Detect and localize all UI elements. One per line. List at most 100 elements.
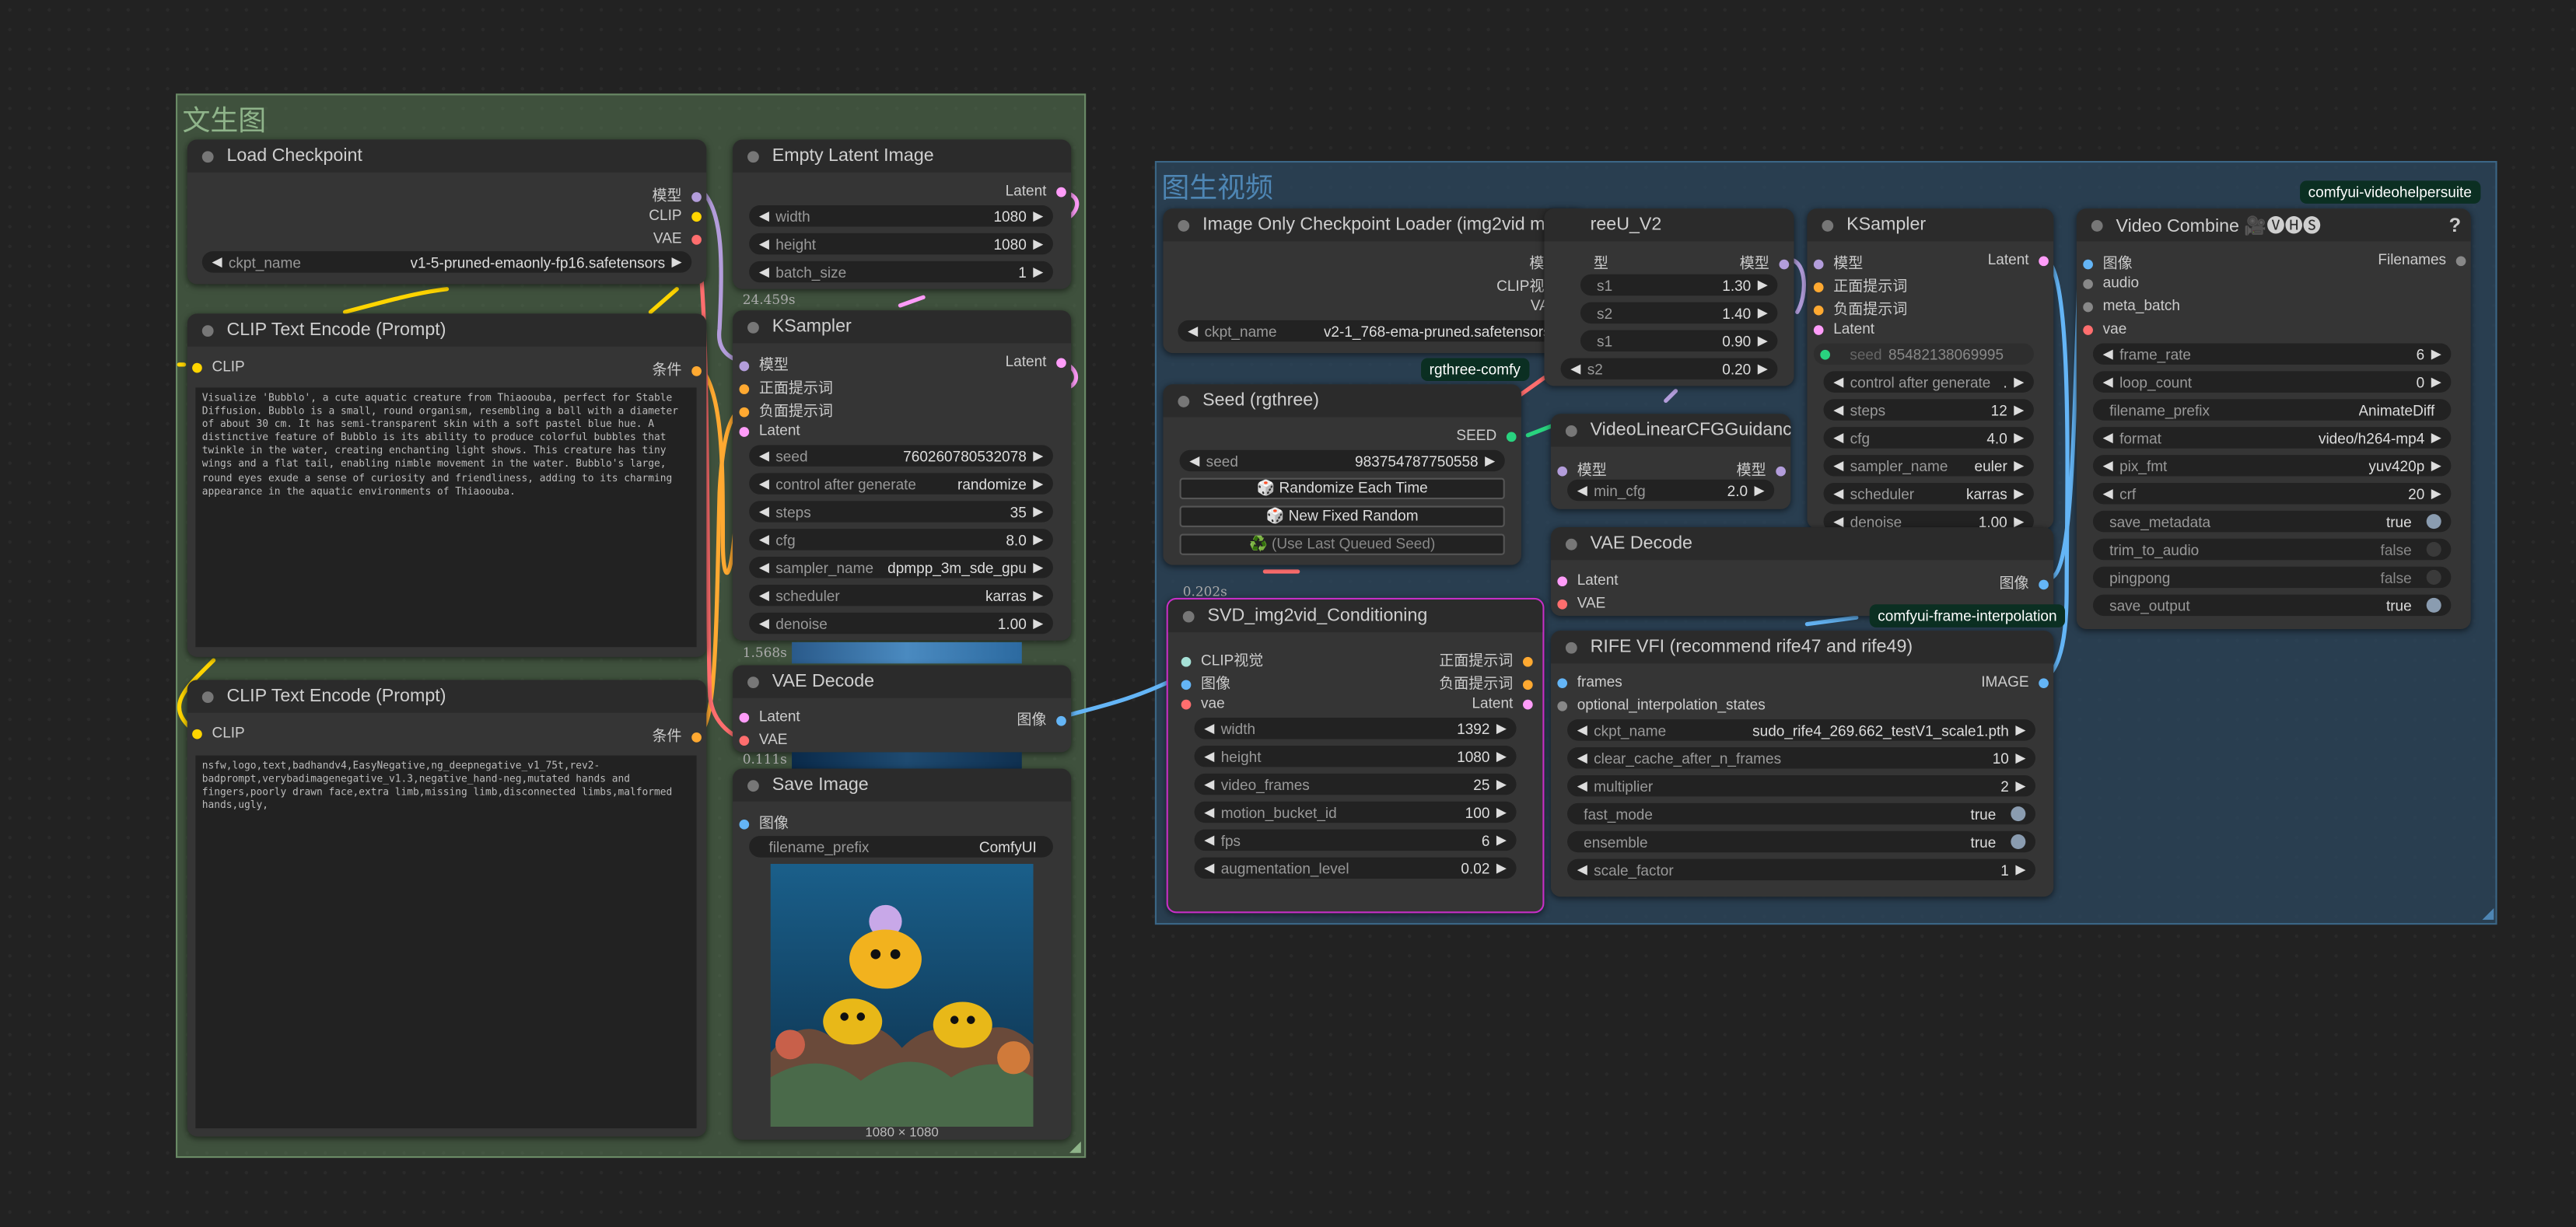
s2-widget[interactable]: ◀ s2 0.20 ▶ xyxy=(1560,358,1778,379)
node-vae-decode-2[interactable]: VAE Decode Latent VAE 图像 xyxy=(1550,527,2054,617)
arrow-left-icon[interactable]: ◀ xyxy=(1833,458,1843,473)
input-vae[interactable]: VAE xyxy=(1557,595,1605,611)
toggle-knob[interactable] xyxy=(2011,834,2026,850)
input-vae[interactable]: vae xyxy=(2083,320,2126,337)
seed-widget[interactable]: ◀ seed 983754787750558 ▶ xyxy=(1179,449,1505,472)
node-image-only-checkpoint-loader[interactable]: Image Only Checkpoint Loader (img2vid mo… xyxy=(1163,208,1584,354)
node-seed-rgthree[interactable]: Seed (rgthree) SEED ◀ seed 983754787750558… xyxy=(1163,384,1521,565)
output-latent[interactable]: Latent xyxy=(1988,251,2049,267)
input-frames[interactable]: frames xyxy=(1557,673,1622,690)
group-resize-handle[interactable] xyxy=(1069,1141,1081,1153)
input-image[interactable]: 图像 xyxy=(1181,672,1230,693)
scheduler-widget[interactable]: ◀ scheduler karras ▶ xyxy=(1823,482,2034,505)
new-fixed-random-button[interactable]: 🎲 New Fixed Random xyxy=(1179,505,1505,528)
output-filenames[interactable]: Filenames xyxy=(2378,251,2466,267)
seed-widget[interactable]: ◀ seed 760260780532078 ▶ xyxy=(749,445,1053,467)
arrow-left-icon[interactable]: ◀ xyxy=(1204,721,1214,736)
control-after-generate-widget[interactable]: ◀ control after generate. ▶ xyxy=(1823,371,2034,393)
steps-widget[interactable]: ◀ steps 35 ▶ xyxy=(749,501,1053,523)
filename-prefix-input[interactable]: filename_prefix AnimateDiff xyxy=(2092,399,2452,421)
output-seed[interactable]: SEED xyxy=(1456,427,1517,443)
input-audio[interactable]: audio xyxy=(2083,274,2139,291)
arrow-left-icon[interactable]: ◀ xyxy=(1833,486,1843,501)
node-freeu-v2[interactable]: reeU_V2 型 模型 s1 1.30 ▶ s2 1.40 ▶ s1 0.90 ▶ ◀ s2… xyxy=(1544,208,1794,386)
crf-widget[interactable]: ◀ crf 20 ▶ xyxy=(2092,482,2452,505)
steps-widget[interactable]: ◀ steps 12 ▶ xyxy=(1823,399,2034,421)
fast-mode-toggle[interactable]: fast_mode true xyxy=(1567,802,2036,825)
cfg-widget[interactable]: ◀ cfg 4.0 ▶ xyxy=(1823,427,2034,449)
pix-fmt-combo[interactable]: ◀ pix_fmt yuv420p ▶ xyxy=(2092,455,2452,477)
output-negative[interactable]: 负面提示词 xyxy=(1439,672,1533,693)
format-combo[interactable]: ◀ format video/h264-mp4 ▶ xyxy=(2092,427,2452,449)
arrow-left-icon[interactable]: ◀ xyxy=(1833,402,1843,417)
batch-size-widget[interactable]: ◀ batch_size 1 ▶ xyxy=(749,260,1053,283)
ckpt-name-combo[interactable]: ◀ ckpt_name sudo_rife4_269.662_testV1_scal… xyxy=(1567,719,2036,741)
sampler-name-widget[interactable]: ◀ sampler_name euler ▶ xyxy=(1823,455,2034,477)
arrow-right-icon[interactable]: ▶ xyxy=(1033,616,1043,631)
node-svd-img2vid-conditioning[interactable]: SVD_img2vid_Conditioning CLIP视觉 图像 vae 正… xyxy=(1166,597,1545,914)
arrow-right-icon[interactable]: ▶ xyxy=(1033,477,1043,491)
node-header[interactable]: CLIP Text Encode (Prompt) xyxy=(187,680,707,713)
node-clip-text-encode-negative[interactable]: CLIP Text Encode (Prompt) CLIP 条件 nsfw,l… xyxy=(187,680,707,1137)
node-ksampler-2[interactable]: KSampler 模型 正面提示词 负面提示词 Latent Latent se… xyxy=(1807,208,2054,530)
seed-input-converted[interactable]: seed 85482138069995 xyxy=(1813,343,2034,365)
node-header[interactable]: Save Image xyxy=(733,768,1072,802)
seed-input-dot[interactable] xyxy=(1820,348,1830,359)
arrow-left-icon[interactable]: ◀ xyxy=(1204,805,1214,820)
collapse-dot[interactable] xyxy=(1565,425,1577,436)
input-negative[interactable]: 负面提示词 xyxy=(739,399,833,420)
collapse-dot[interactable] xyxy=(1178,394,1190,407)
output-image[interactable]: 图像 xyxy=(2000,572,2049,593)
input-optional-interpolation-states[interactable]: optional_interpolation_states xyxy=(1557,697,1766,713)
arrow-left-icon[interactable]: ◀ xyxy=(1204,861,1214,876)
pingpong-toggle[interactable]: pingpong false xyxy=(2092,566,2452,589)
node-save-image[interactable]: Save Image 图像 filename_prefix ComfyUI 108… xyxy=(733,768,1072,1140)
arrow-right-icon[interactable]: ▶ xyxy=(2015,722,2025,737)
node-header[interactable]: Load Checkpoint xyxy=(187,139,707,173)
output-model[interactable]: 模型 xyxy=(1740,251,1790,272)
arrow-left-icon[interactable]: ◀ xyxy=(759,532,769,547)
arrow-right-icon[interactable]: ▶ xyxy=(1496,777,1507,792)
help-icon[interactable]: ? xyxy=(2449,214,2462,237)
input-vae[interactable]: vae xyxy=(1181,694,1225,711)
toggle-knob[interactable] xyxy=(2011,806,2026,822)
input-model[interactable]: 模型 xyxy=(1813,251,1863,272)
input-positive[interactable]: 正面提示词 xyxy=(1813,274,1907,295)
ckpt-name-combo[interactable]: ◀ ckpt_name v1-5-pruned-emaonly-fp16.safet… xyxy=(201,251,692,273)
arrow-right-icon[interactable]: ▶ xyxy=(1033,264,1043,279)
trim-to-audio-toggle[interactable]: trim_to_audio false xyxy=(2092,538,2452,561)
arrow-right-icon[interactable]: ▶ xyxy=(1485,453,1495,468)
arrow-right-icon[interactable]: ▶ xyxy=(2014,375,2024,390)
fps-widget[interactable]: ◀ fps 6 ▶ xyxy=(1194,829,1517,851)
node-empty-latent-image[interactable]: Empty Latent Image Latent ◀ width 1080 ▶ ◀ h… xyxy=(733,139,1072,289)
node-header[interactable]: CLIP Text Encode (Prompt) xyxy=(187,313,707,347)
input-vae[interactable]: VAE xyxy=(739,731,787,747)
node-load-checkpoint[interactable]: Load Checkpoint 模型 CLIP VAE ◀ ckpt_name v1… xyxy=(187,139,707,285)
prompt-textarea[interactable]: nsfw,logo,text,badhandv4,EasyNegative,ng… xyxy=(195,755,697,1129)
arrow-right-icon[interactable]: ▶ xyxy=(672,254,682,269)
arrow-left-icon[interactable]: ◀ xyxy=(1577,483,1587,498)
node-clip-text-encode-positive[interactable]: CLIP Text Encode (Prompt) CLIP 条件 Visual… xyxy=(187,313,707,657)
arrow-left-icon[interactable]: ◀ xyxy=(759,477,769,491)
collapse-dot[interactable] xyxy=(747,779,759,792)
node-video-linear-cfg-guidance[interactable]: VideoLinearCFGGuidance 模型 模型 ◀ min_cfg 2.0… xyxy=(1550,414,1791,509)
arrow-right-icon[interactable]: ▶ xyxy=(1496,861,1507,876)
output-latent[interactable]: Latent xyxy=(1006,182,1066,199)
denoise-widget[interactable]: ◀ denoise 1.00 ▶ xyxy=(749,612,1053,634)
node-ksampler[interactable]: KSampler 模型 正面提示词 负面提示词 Latent Latent ◀ s… xyxy=(733,310,1072,641)
input-image[interactable]: 图像 xyxy=(739,811,789,832)
collapse-dot[interactable] xyxy=(2091,218,2103,231)
input-latent[interactable]: Latent xyxy=(739,422,800,439)
b2-widget[interactable]: s2 1.40 ▶ xyxy=(1580,302,1778,324)
width-widget[interactable]: ◀ width 1392 ▶ xyxy=(1194,718,1517,739)
output-image[interactable]: 图像 xyxy=(1017,708,1066,729)
collapse-dot[interactable] xyxy=(201,150,214,163)
output-model[interactable]: 模型 xyxy=(1737,458,1786,479)
sampler-name-widget[interactable]: ◀ sampler_name dpmpp_3m_sde_gpu ▶ xyxy=(749,557,1053,579)
arrow-left-icon[interactable]: ◀ xyxy=(759,504,769,519)
output-image-preview[interactable] xyxy=(770,864,1034,1127)
arrow-right-icon[interactable]: ▶ xyxy=(1033,588,1043,603)
arrow-left-icon[interactable]: ◀ xyxy=(759,560,769,575)
loop-count-widget[interactable]: ◀ loop_count 0 ▶ xyxy=(2092,371,2452,393)
arrow-right-icon[interactable]: ▶ xyxy=(1496,833,1507,848)
